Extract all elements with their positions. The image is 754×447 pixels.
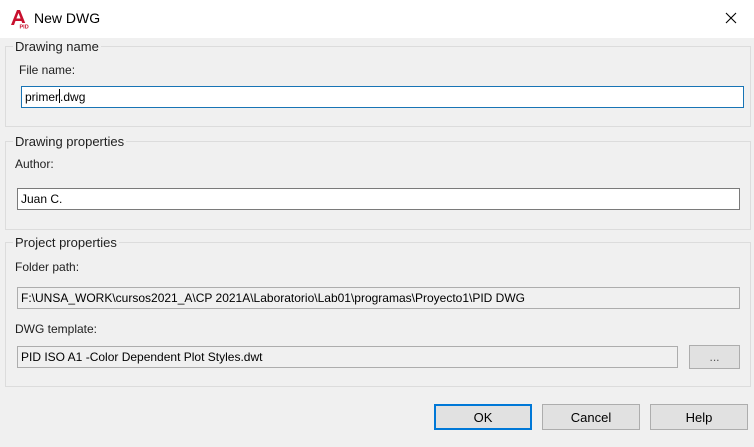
cancel-button[interactable]: Cancel — [542, 404, 640, 430]
browse-template-button[interactable]: ... — [689, 345, 740, 369]
drawing-properties-legend: Drawing properties — [13, 134, 127, 149]
help-button[interactable]: Help — [650, 404, 748, 430]
author-input[interactable]: Juan C. — [17, 188, 740, 210]
close-button[interactable] — [708, 0, 754, 38]
dwg-template-field[interactable]: PID ISO A1 -Color Dependent Plot Styles.… — [17, 346, 678, 368]
window-title: New DWG — [34, 10, 101, 26]
folder-path-label: Folder path: — [15, 260, 80, 274]
dwg-template-label: DWG template: — [15, 322, 98, 336]
project-properties-legend: Project properties — [13, 235, 119, 250]
file-name-input[interactable]: primer.dwg — [21, 86, 744, 108]
new-dwg-dialog: PID New DWG Drawing name File name: prim… — [0, 0, 754, 447]
autocad-a-icon: PID — [9, 8, 29, 31]
author-label: Author: — [15, 157, 54, 171]
ok-button[interactable]: OK — [434, 404, 532, 430]
file-name-text-after: .dwg — [60, 90, 86, 104]
drawing-name-legend: Drawing name — [13, 39, 101, 54]
folder-path-field[interactable]: F:\UNSA_WORK\cursos2021_A\CP 2021A\Labor… — [17, 287, 740, 309]
drawing-properties-group: Drawing properties — [5, 134, 751, 230]
title-bar[interactable]: PID New DWG — [0, 0, 754, 38]
file-name-label: File name: — [19, 63, 76, 77]
svg-text:PID: PID — [20, 25, 29, 31]
file-name-text-before: primer — [25, 90, 60, 104]
close-icon — [725, 12, 737, 27]
